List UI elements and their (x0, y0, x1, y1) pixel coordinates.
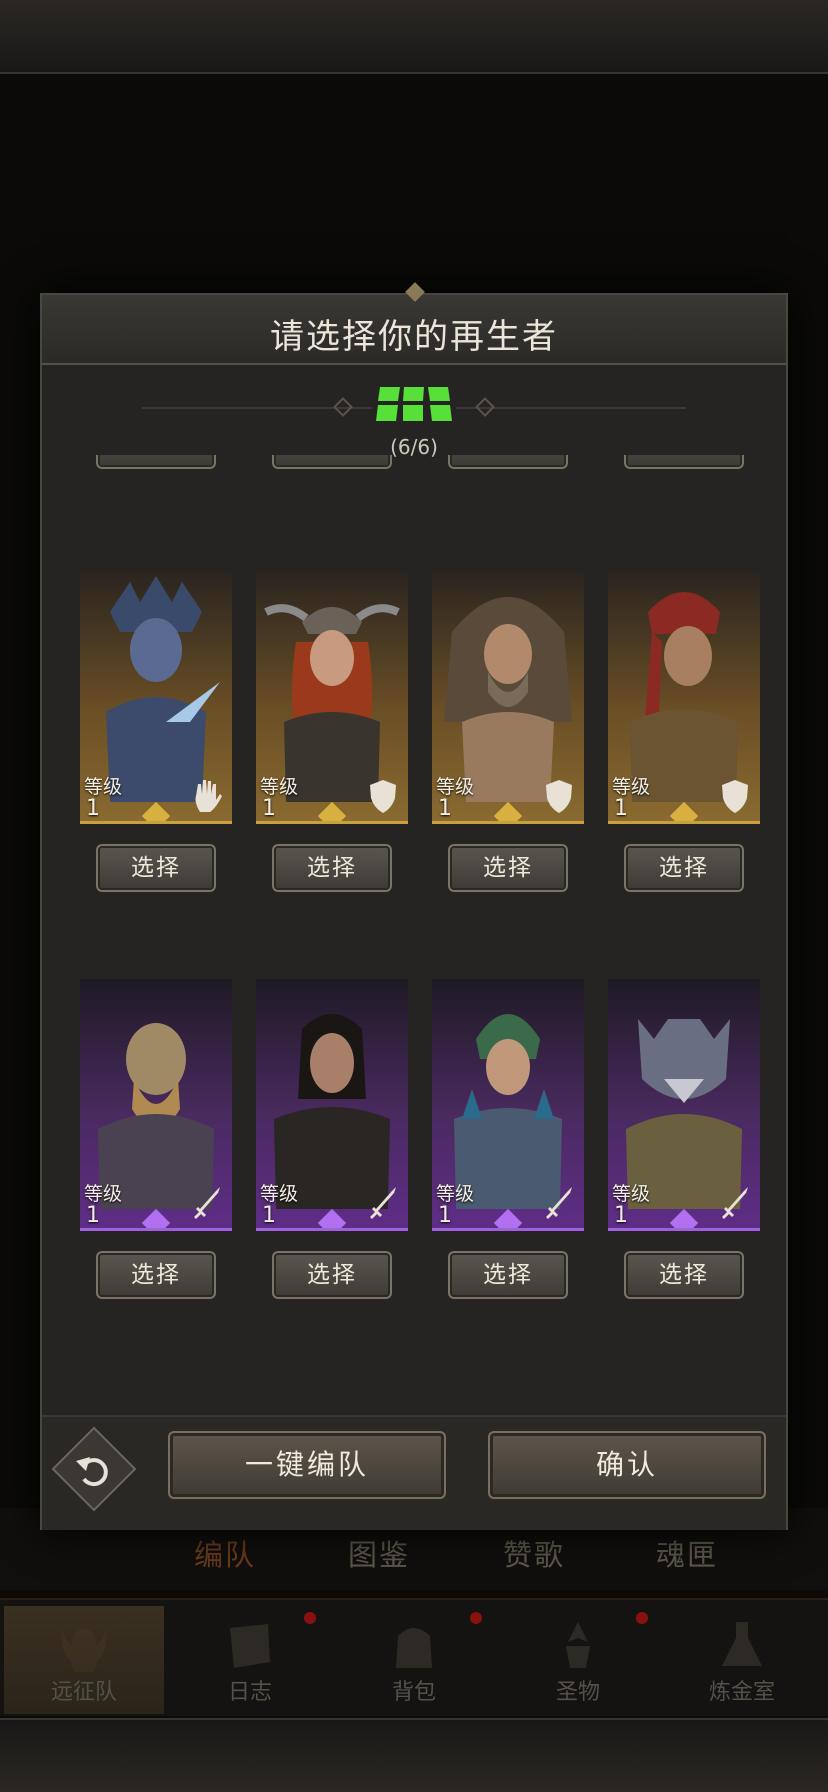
select-button[interactable]: 选择 (448, 455, 568, 469)
confirm-button[interactable]: 确认 (488, 1431, 766, 1499)
hero-portrait (444, 597, 572, 802)
hero-card[interactable]: 等级 1 (608, 572, 760, 824)
level-value: 1 (86, 796, 100, 821)
dialog-footer: 一键编队 确认 (42, 1415, 786, 1530)
select-button[interactable]: 选择 (272, 844, 392, 892)
sword-icon (546, 1187, 572, 1219)
dialog-header: 请选择你的再生者 (42, 282, 786, 365)
level-label: 等级 (612, 776, 651, 798)
top-frame (0, 0, 828, 74)
select-button[interactable]: 选择 (448, 844, 568, 892)
level-label: 等级 (260, 776, 299, 798)
hero-portrait (630, 592, 738, 802)
sword-icon (370, 1187, 396, 1219)
level-value: 1 (86, 1203, 100, 1228)
shield-icon (722, 780, 748, 813)
ornament-diamond (475, 397, 495, 417)
select-button[interactable]: 选择 (448, 1251, 568, 1299)
sword-icon (722, 1187, 748, 1219)
auto-team-button[interactable]: 一键编队 (168, 1431, 446, 1499)
hero-portrait (274, 1014, 390, 1209)
hand-icon (195, 780, 222, 812)
select-button[interactable]: 选择 (624, 1251, 744, 1299)
select-button[interactable]: 选择 (624, 844, 744, 892)
level-value: 1 (438, 1203, 452, 1228)
level-label: 等级 (260, 1183, 299, 1205)
hero-card[interactable]: 等级 1 (432, 979, 584, 1231)
select-regenerator-dialog: 请选择你的再生者 (6/6) 选择 选择 选择 选择 (40, 282, 788, 1530)
rarity-gem (669, 1208, 699, 1228)
header-ornament (405, 282, 425, 302)
hero-portrait (626, 1019, 742, 1209)
hero-portrait (106, 576, 220, 802)
select-button[interactable]: 选择 (96, 844, 216, 892)
hero-portrait (264, 604, 400, 802)
level-label: 等级 (612, 1183, 651, 1205)
level-label: 等级 (84, 776, 123, 798)
level-value: 1 (262, 796, 276, 821)
level-value: 1 (614, 1203, 628, 1228)
hero-card[interactable]: 等级 1 (80, 979, 232, 1231)
hero-portrait (98, 1023, 214, 1209)
level-label: 等级 (436, 1183, 475, 1205)
level-label: 等级 (84, 1183, 123, 1205)
rarity-gem (669, 801, 699, 821)
level-label: 等级 (436, 776, 475, 798)
hero-card[interactable]: 等级 1 (256, 572, 408, 824)
sword-icon (194, 1187, 220, 1219)
rarity-gem (493, 801, 523, 821)
dialog-title: 请选择你的再生者 (270, 317, 558, 357)
rarity-gem (141, 801, 171, 821)
select-button[interactable]: 选择 (272, 455, 392, 469)
hero-card[interactable]: 等级 1 (608, 979, 760, 1231)
select-button[interactable]: 选择 (96, 1251, 216, 1299)
ornament-diamond (333, 397, 353, 417)
shield-icon (370, 780, 396, 813)
hero-card[interactable]: 等级 1 (80, 572, 232, 824)
rarity-gem (141, 1208, 171, 1228)
hero-card[interactable]: 等级 1 (256, 979, 408, 1231)
rarity-gem (317, 801, 347, 821)
rarity-gem (493, 1208, 523, 1228)
level-value: 1 (438, 796, 452, 821)
team-slots-icon (376, 387, 452, 421)
undo-icon (76, 1457, 108, 1487)
rarity-gem (317, 1208, 347, 1228)
bottom-frame (0, 1718, 828, 1792)
hero-card[interactable]: 等级 1 (432, 572, 584, 824)
level-value: 1 (614, 796, 628, 821)
shield-icon (546, 780, 572, 813)
select-button[interactable]: 选择 (272, 1251, 392, 1299)
level-value: 1 (262, 1203, 276, 1228)
select-button[interactable]: 选择 (96, 455, 216, 469)
select-button[interactable]: 选择 (624, 455, 744, 469)
hero-portrait (454, 1014, 562, 1209)
